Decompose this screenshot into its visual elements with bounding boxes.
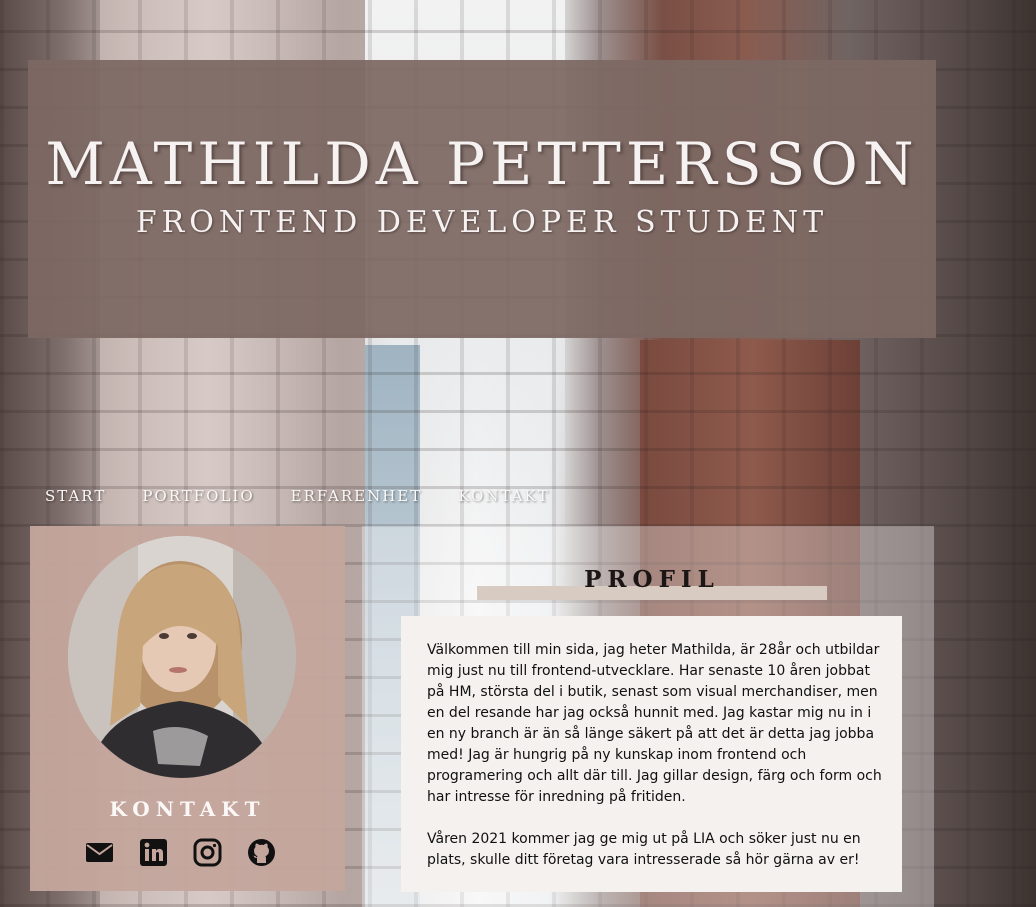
contact-card: KONTAKT	[30, 526, 345, 891]
contact-heading: KONTAKT	[109, 797, 266, 821]
linkedin-icon[interactable]	[139, 838, 168, 867]
profile-paragraph-lia: Våren 2021 kommer jag ge mig ut på LIA o…	[427, 831, 861, 868]
instagram-icon[interactable]	[193, 838, 222, 867]
site-header: MATHILDA PETTERSSON FRONTEND DEVELOPER S…	[28, 60, 936, 338]
main-nav: START PORTFOLIO ERFARENHET KONTAKT	[45, 487, 550, 505]
nav-item-portfolio[interactable]: PORTFOLIO	[142, 487, 254, 505]
nav-item-start[interactable]: START	[45, 487, 106, 505]
contact-icon-row	[85, 838, 276, 867]
avatar-photo	[68, 536, 296, 778]
email-icon[interactable]	[85, 838, 114, 867]
site-subtitle: FRONTEND DEVELOPER STUDENT	[135, 205, 829, 240]
nav-item-erfarenhet[interactable]: ERFARENHET	[291, 487, 423, 505]
avatar	[68, 536, 296, 778]
github-icon[interactable]	[247, 838, 276, 867]
site-title: MATHILDA PETTERSSON	[45, 130, 919, 198]
profile-text-box: Välkommen till min sida, jag heter Mathi…	[401, 616, 902, 892]
profile-heading: PROFIL	[584, 566, 720, 593]
profile-paragraph-intro: Välkommen till min sida, jag heter Mathi…	[427, 642, 882, 805]
nav-item-kontakt[interactable]: KONTAKT	[458, 487, 549, 505]
